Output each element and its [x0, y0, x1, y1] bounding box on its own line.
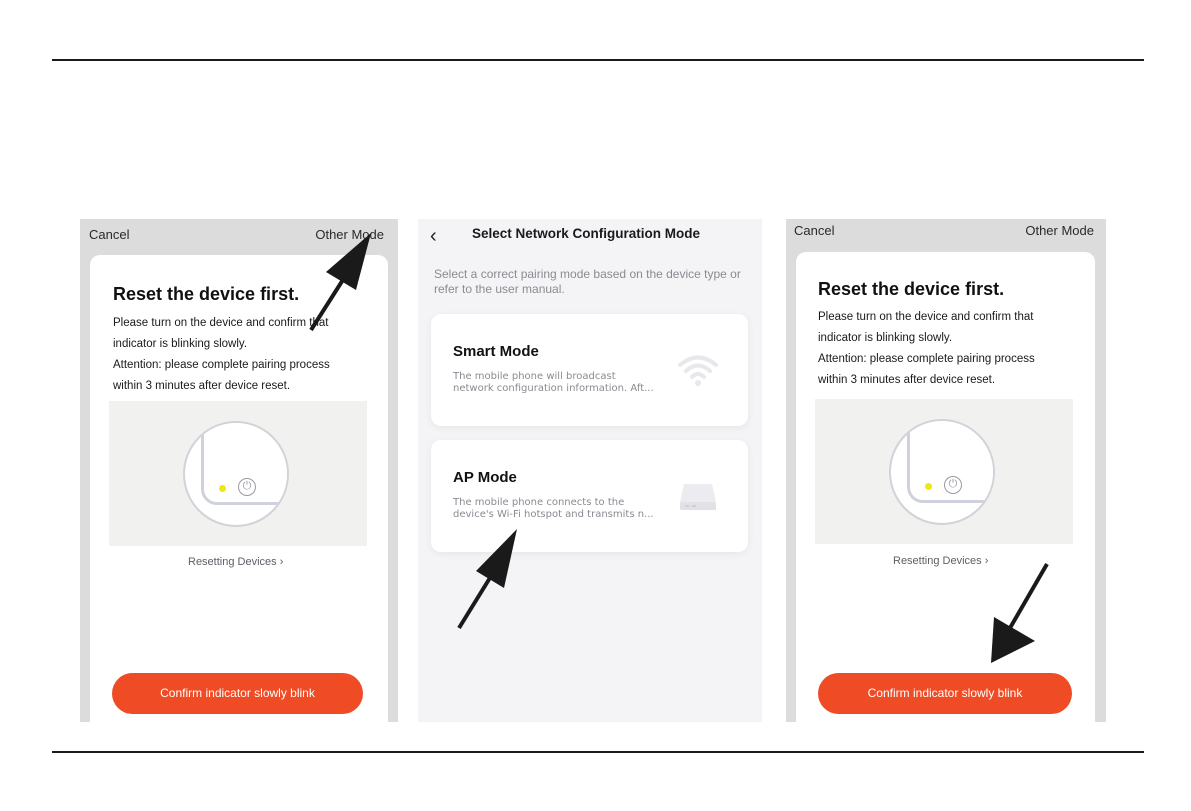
page-title: Select Network Configuration Mode	[472, 226, 701, 241]
instruction-line: Attention: please complete pairing proce…	[818, 353, 1035, 365]
power-icon: ⏻	[238, 478, 256, 496]
resetting-devices-link[interactable]: Resetting Devices ›	[188, 556, 283, 568]
power-icon: ⏻	[944, 476, 962, 494]
reset-instructions: Please turn on the device and confirm th…	[818, 307, 1044, 391]
indicator-led-icon	[925, 483, 932, 490]
screen-reset-device-2: Cancel Other Mode Reset the device first…	[786, 219, 1106, 722]
chevron-right-icon: ›	[279, 556, 284, 568]
screen-reset-device-1: Cancel Other Mode Reset the device first…	[80, 219, 398, 722]
back-icon[interactable]: ‹	[430, 225, 437, 248]
instruction-line: Please turn on the device and confirm th…	[818, 311, 1034, 323]
mode-instructions: Select a correct pairing mode based on t…	[434, 267, 741, 296]
wifi-icon	[678, 355, 718, 386]
device-illustration: ⏻	[109, 401, 367, 546]
ap-mode-description: The mobile phone connects to the device'…	[453, 497, 663, 521]
indicator-led-icon	[219, 485, 226, 492]
instruction-line: Please turn on the device and confirm th…	[113, 317, 329, 329]
instruction-line: within 3 minutes after device reset.	[113, 380, 291, 392]
other-mode-button[interactable]: Other Mode	[315, 227, 384, 242]
screen-select-network-mode: ‹ Select Network Configuration Mode Sele…	[418, 219, 762, 722]
top-rule	[52, 59, 1144, 61]
resetting-devices-label: Resetting Devices	[188, 556, 277, 568]
resetting-devices-link[interactable]: Resetting Devices ›	[893, 555, 988, 567]
description-line: device's Wi-Fi hotspot and transmits n..…	[453, 509, 654, 520]
smart-mode-card[interactable]: Smart Mode The mobile phone will broadca…	[431, 314, 748, 426]
instruction-line: within 3 minutes after device reset.	[818, 374, 996, 386]
description-line: The mobile phone connects to the	[453, 497, 625, 508]
ap-mode-title: AP Mode	[453, 469, 517, 486]
chevron-right-icon: ›	[984, 555, 989, 567]
other-mode-button[interactable]: Other Mode	[1025, 223, 1094, 238]
confirm-indicator-button[interactable]: Confirm indicator slowly blink	[112, 673, 363, 714]
reset-card: Reset the device first. Please turn on t…	[796, 252, 1095, 722]
smart-mode-description: The mobile phone will broadcast network …	[453, 371, 663, 395]
confirm-indicator-button[interactable]: Confirm indicator slowly blink	[818, 673, 1072, 714]
cancel-button[interactable]: Cancel	[89, 227, 129, 242]
resetting-devices-label: Resetting Devices	[893, 555, 982, 567]
bottom-rule	[52, 751, 1144, 753]
instruction-line: indicator is blinking slowly.	[818, 332, 953, 344]
reset-card: Reset the device first. Please turn on t…	[90, 255, 388, 722]
device-zoom-circle: ⏻	[889, 419, 995, 525]
smart-mode-title: Smart Mode	[453, 343, 539, 360]
reset-title: Reset the device first.	[818, 279, 1005, 299]
device-zoom-circle: ⏻	[183, 421, 289, 527]
device-illustration: ⏻	[815, 399, 1073, 544]
instruction-line: Attention: please complete pairing proce…	[113, 359, 330, 371]
ap-mode-card[interactable]: AP Mode The mobile phone connects to the…	[431, 440, 748, 552]
description-line: network configuration information. Aft..…	[453, 383, 654, 394]
reset-title: Reset the device first.	[113, 284, 300, 304]
router-icon	[680, 484, 716, 510]
description-line: The mobile phone will broadcast	[453, 371, 616, 382]
instruction-line: indicator is blinking slowly.	[113, 338, 248, 350]
cancel-button[interactable]: Cancel	[794, 223, 834, 238]
reset-instructions: Please turn on the device and confirm th…	[113, 313, 339, 397]
